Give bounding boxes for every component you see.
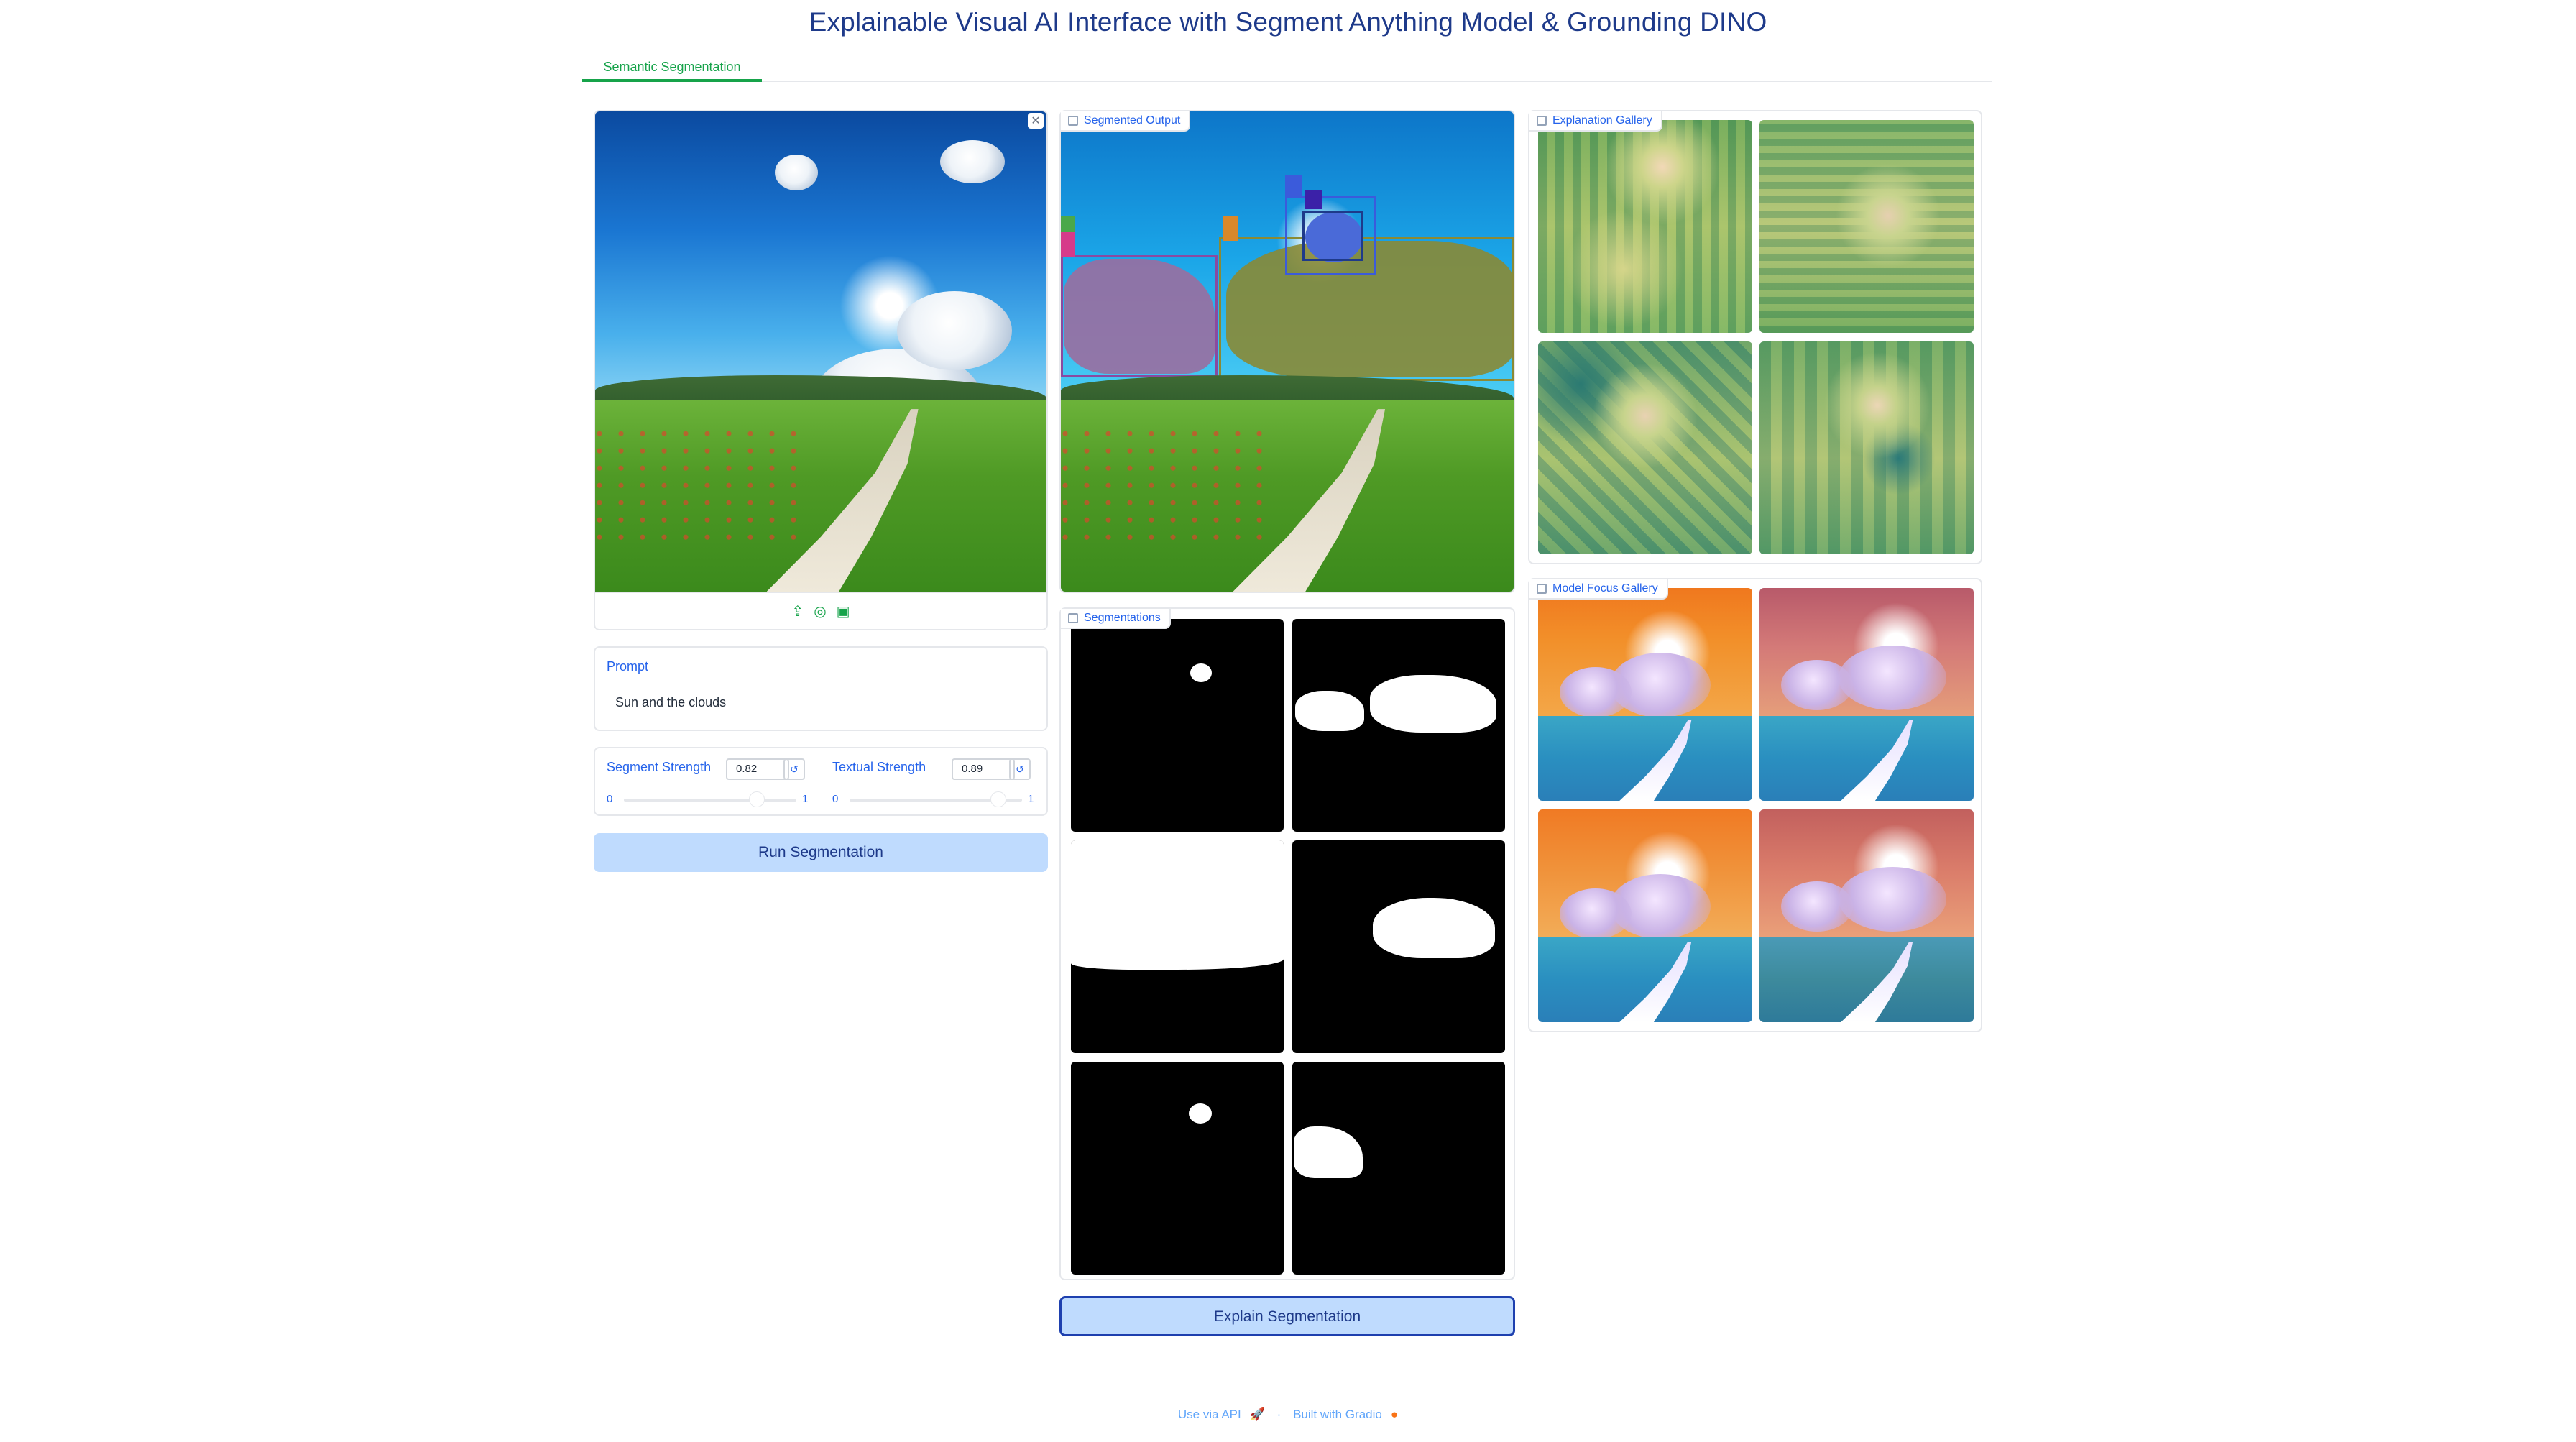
- model-focus-image[interactable]: [1760, 588, 1974, 801]
- segmented-output-label: Segmented Output: [1061, 111, 1191, 132]
- footer: Use via API 🚀 · Built with Gradio ●: [0, 1407, 2576, 1422]
- explanation-heatmap[interactable]: [1538, 120, 1752, 333]
- tab-bar: Semantic Segmentation: [582, 56, 1992, 82]
- segment-strength-max: 1: [802, 793, 809, 805]
- segmentation-mask[interactable]: [1292, 1062, 1505, 1275]
- image-icon: [1537, 116, 1547, 126]
- model-focus-image[interactable]: [1538, 809, 1752, 1022]
- explanation-heatmap[interactable]: [1760, 120, 1974, 333]
- use-via-api-link[interactable]: Use via API: [1178, 1407, 1241, 1421]
- segmentation-mask[interactable]: [1071, 619, 1284, 832]
- run-segmentation-button[interactable]: Run Segmentation: [594, 833, 1048, 872]
- input-image[interactable]: [595, 111, 1046, 592]
- prompt-input[interactable]: Sun and the clouds: [615, 695, 726, 710]
- model-focus-image[interactable]: [1538, 588, 1752, 801]
- segmentation-mask[interactable]: [1292, 840, 1505, 1053]
- segmentation-mask[interactable]: [1071, 840, 1284, 1053]
- built-with-gradio-link[interactable]: Built with Gradio: [1293, 1407, 1382, 1421]
- textual-strength-max: 1: [1028, 793, 1034, 805]
- explanation-gallery-label: Explanation Gallery: [1530, 111, 1662, 132]
- image-icon: [1068, 613, 1078, 623]
- explain-segmentation-button[interactable]: Explain Segmentation: [1059, 1296, 1515, 1336]
- textual-strength-thumb[interactable]: [990, 791, 1006, 807]
- segment-strength-slider[interactable]: [624, 799, 796, 802]
- rocket-icon: 🚀: [1249, 1407, 1265, 1421]
- strength-panel: Segment Strength 0.82 ↺ 0 1 Textual Stre…: [594, 747, 1048, 816]
- textual-strength-label: Textual Strength: [832, 760, 926, 774]
- prompt-panel: Prompt Sun and the clouds: [594, 646, 1048, 731]
- segment-strength-reset-icon[interactable]: ↺: [783, 758, 805, 780]
- segmentations-panel: Segmentations: [1059, 607, 1515, 1280]
- model-focus-gallery-panel: Model Focus Gallery: [1528, 578, 1982, 1032]
- page-title: Explainable Visual AI Interface with Seg…: [809, 7, 1767, 37]
- model-focus-gallery-label: Model Focus Gallery: [1530, 579, 1668, 600]
- clear-image-icon[interactable]: ✕: [1028, 113, 1044, 129]
- segment-strength-label: Segment Strength: [607, 760, 712, 774]
- tab-semantic-segmentation[interactable]: Semantic Segmentation: [582, 56, 762, 82]
- explanation-heatmap[interactable]: [1760, 341, 1974, 554]
- image-icon: [1068, 116, 1078, 126]
- segmented-output-image[interactable]: [1061, 111, 1514, 592]
- explanation-gallery-panel: Explanation Gallery: [1528, 110, 1982, 564]
- segmentations-label: Segmentations: [1061, 609, 1171, 629]
- segmentation-mask[interactable]: [1292, 619, 1505, 832]
- input-image-panel[interactable]: ✕ ⇪ ◎ ▣: [594, 110, 1048, 630]
- footer-separator: ·: [1276, 1407, 1282, 1421]
- clipboard-icon[interactable]: ▣: [837, 602, 850, 620]
- explanation-heatmap[interactable]: [1538, 341, 1752, 554]
- model-focus-image[interactable]: [1760, 809, 1974, 1022]
- segment-strength-input[interactable]: 0.82: [726, 758, 789, 780]
- segmentation-mask[interactable]: [1071, 1062, 1284, 1275]
- segment-strength-thumb[interactable]: [749, 791, 765, 807]
- upload-icon[interactable]: ⇪: [791, 602, 804, 620]
- webcam-icon[interactable]: ◎: [814, 602, 826, 620]
- prompt-label: Prompt: [607, 659, 649, 674]
- textual-strength-input[interactable]: 0.89: [952, 758, 1015, 780]
- textual-strength-reset-icon[interactable]: ↺: [1009, 758, 1031, 780]
- textual-strength-min: 0: [832, 793, 839, 805]
- segment-strength-min: 0: [607, 793, 613, 805]
- image-icon: [1537, 584, 1547, 594]
- gradio-logo-icon: ●: [1390, 1407, 1399, 1421]
- segmented-output-panel: Segmented Output ⛶ ⤓: [1059, 110, 1515, 593]
